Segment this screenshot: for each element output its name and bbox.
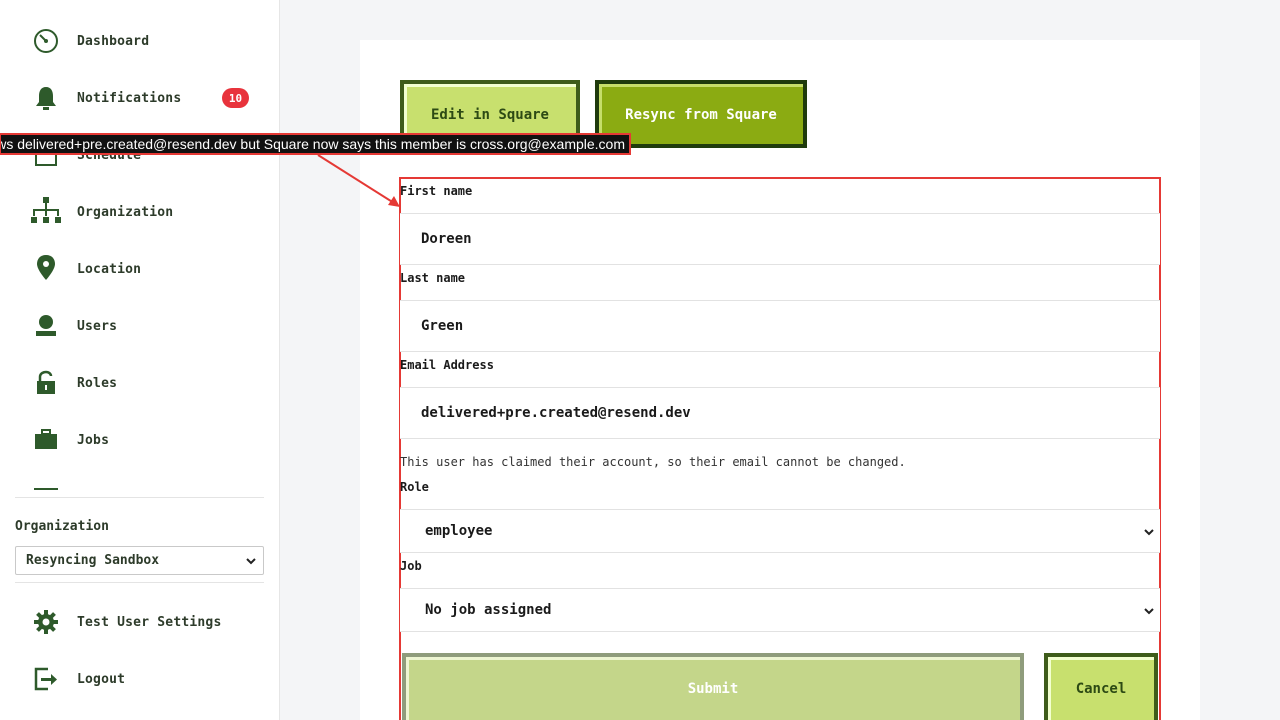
chevron-down-icon <box>1143 526 1155 542</box>
dashboard-icon <box>30 25 62 57</box>
sidebar-item-roles[interactable]: Roles <box>30 367 260 399</box>
lock-icon <box>30 367 62 399</box>
sidebar-item-label: Dashboard <box>77 33 150 49</box>
email-input[interactable]: delivered+pre.created@resend.dev <box>400 387 1160 439</box>
sidebar-item-label: Roles <box>77 375 118 391</box>
sidebar: Dashboard Notifications 10 Schedule Orga… <box>0 0 280 720</box>
job-select-value: No job assigned <box>425 602 552 618</box>
gear-icon <box>30 606 62 638</box>
org-chart-icon <box>30 196 62 228</box>
notification-count-badge: 10 <box>222 88 249 108</box>
submit-button[interactable]: Submit <box>402 653 1024 720</box>
organization-select[interactable]: Resyncing Sandbox <box>15 546 264 575</box>
email-help-text: This user has claimed their account, so … <box>400 455 906 469</box>
sidebar-item-label: Location <box>77 261 142 277</box>
sidebar-item-label: Users <box>77 318 118 334</box>
sidebar-item-label: Notifications <box>77 90 182 106</box>
sidebar-item-location[interactable]: Location <box>30 253 260 285</box>
sidebar-divider <box>15 497 264 498</box>
sidebar-item-label: Organization <box>77 204 174 220</box>
sidebar-item-organization[interactable]: Organization <box>30 196 260 228</box>
sidebar-nav: Dashboard Notifications 10 Schedule Orga… <box>0 0 280 490</box>
email-label: Email Address <box>400 358 494 372</box>
chevron-down-icon <box>245 555 257 571</box>
sidebar-item-notifications[interactable]: Notifications 10 <box>30 82 260 114</box>
last-name-input[interactable]: Green <box>400 300 1160 352</box>
first-name-input[interactable]: Doreen <box>400 213 1160 265</box>
annotation-text: ws delivered+pre.created@resend.dev but … <box>0 136 625 152</box>
sidebar-divider <box>15 582 264 583</box>
first-name-label: First name <box>400 184 473 198</box>
chevron-down-icon <box>1143 605 1155 621</box>
sidebar-item-test-user-settings[interactable]: Test User Settings <box>30 606 260 638</box>
sidebar-item-label: Test User Settings <box>77 614 222 630</box>
bell-icon <box>30 82 62 114</box>
scroll-overflow-hint <box>34 488 58 490</box>
role-select[interactable]: employee <box>400 509 1160 553</box>
role-select-value: employee <box>425 523 493 539</box>
logout-icon <box>30 663 62 695</box>
sidebar-item-label: Logout <box>77 671 126 687</box>
job-select[interactable]: No job assigned <box>400 588 1160 632</box>
briefcase-icon <box>30 424 62 456</box>
annotation-tooltip: ws delivered+pre.created@resend.dev but … <box>0 133 631 155</box>
last-name-label: Last name <box>400 271 466 285</box>
sidebar-item-jobs[interactable]: Jobs <box>30 424 260 456</box>
organization-label: Organization <box>15 519 109 534</box>
organization-select-value: Resyncing Sandbox <box>26 553 160 568</box>
map-pin-icon <box>30 253 62 285</box>
sidebar-item-logout[interactable]: Logout <box>30 663 260 695</box>
user-icon <box>30 310 62 342</box>
sidebar-item-dashboard[interactable]: Dashboard <box>30 25 260 57</box>
cancel-button[interactable]: Cancel <box>1044 653 1158 720</box>
role-label: Role <box>400 480 429 494</box>
sidebar-item-users[interactable]: Users <box>30 310 260 342</box>
job-label: Job <box>400 559 422 573</box>
sidebar-item-label: Jobs <box>77 432 110 448</box>
